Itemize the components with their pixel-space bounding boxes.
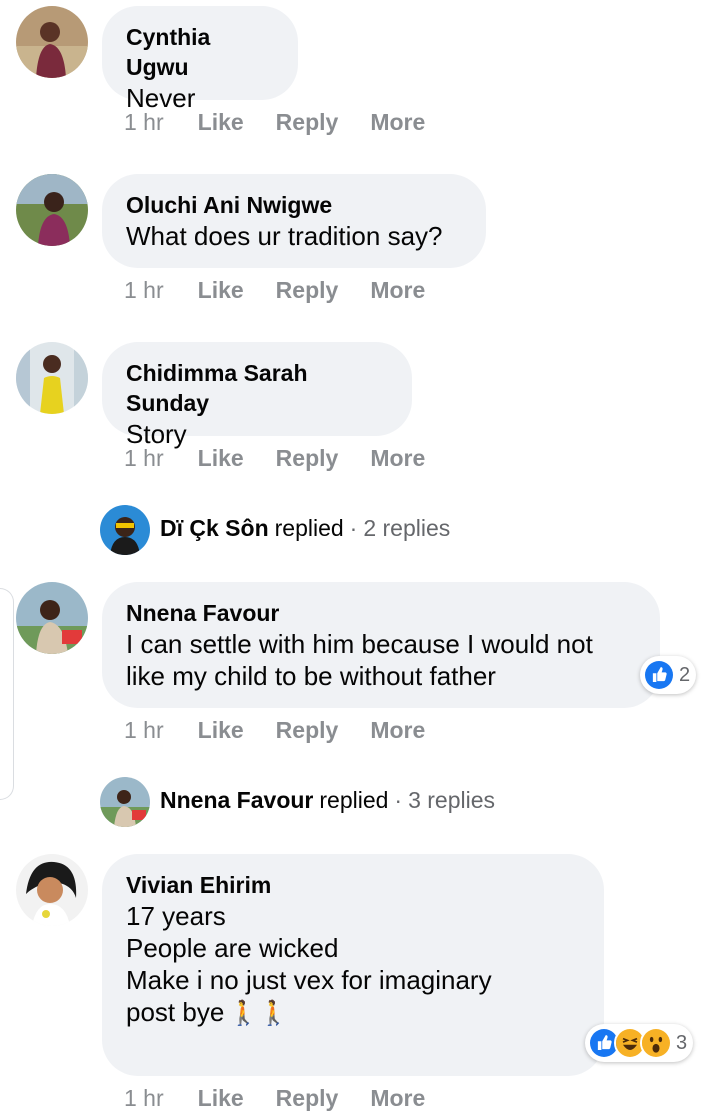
reply-button[interactable]: Reply bbox=[276, 109, 339, 136]
comment-actions: 1 hr Like Reply More bbox=[124, 275, 457, 305]
comment-text: People are wicked Make i no just vex for… bbox=[126, 933, 492, 1027]
comment-actions: 1 hr Like Reply More bbox=[124, 1083, 457, 1113]
avatar[interactable] bbox=[16, 582, 88, 654]
reply-count[interactable]: 2 replies bbox=[363, 515, 450, 542]
comment-bubble: Chidimma Sarah Sunday Story bbox=[102, 342, 412, 449]
like-button[interactable]: Like bbox=[198, 445, 244, 472]
comment-actions: 1 hr Like Reply More bbox=[124, 443, 457, 473]
more-button[interactable]: More bbox=[370, 445, 425, 472]
comment-bubble: Vivian Ehirim 17 years People are wicked… bbox=[102, 854, 604, 1076]
reply-count[interactable]: 3 replies bbox=[408, 787, 495, 814]
reply-button[interactable]: Reply bbox=[276, 277, 339, 304]
like-button[interactable]: Like bbox=[198, 277, 244, 304]
comment-bubble: Oluchi Ani Nwigwe What does ur tradition… bbox=[102, 174, 486, 268]
avatar[interactable] bbox=[16, 854, 88, 926]
more-button[interactable]: More bbox=[370, 109, 425, 136]
replied-label: replied bbox=[319, 786, 389, 813]
avatar[interactable] bbox=[16, 174, 88, 246]
comment-bubble: Nnena Favour I can settle with him becau… bbox=[102, 582, 660, 708]
comment-author[interactable]: Nnena Favour bbox=[126, 598, 636, 628]
comment-author[interactable]: Cynthia Ugwu bbox=[126, 22, 274, 82]
comment-actions: 1 hr Like Reply More bbox=[124, 107, 457, 137]
comment-text: 17 years bbox=[126, 901, 226, 931]
comment-text: I can settle with him because I would no… bbox=[126, 629, 593, 691]
separator-dot: · bbox=[394, 786, 403, 813]
reply-author[interactable]: Nnena Favour bbox=[160, 787, 313, 814]
comment-author[interactable]: Vivian Ehirim bbox=[126, 870, 580, 900]
reaction-count: 3 bbox=[676, 1031, 688, 1054]
comment-text: What does ur tradition say? bbox=[126, 221, 443, 251]
reply-button[interactable]: Reply bbox=[276, 1085, 339, 1112]
reply-avatar[interactable] bbox=[100, 777, 150, 827]
comment-time[interactable]: 1 hr bbox=[124, 445, 164, 472]
comment-thread: Cynthia Ugwu Never 1 hr Like Reply More … bbox=[0, 0, 720, 1117]
like-button[interactable]: Like bbox=[198, 717, 244, 744]
comment-author[interactable]: Chidimma Sarah Sunday bbox=[126, 358, 388, 418]
comment-time[interactable]: 1 hr bbox=[124, 717, 164, 744]
like-button[interactable]: Like bbox=[198, 109, 244, 136]
comment-time[interactable]: 1 hr bbox=[124, 109, 164, 136]
more-button[interactable]: More bbox=[370, 1085, 425, 1112]
reaction-summary[interactable]: 2 bbox=[640, 656, 697, 694]
side-card-fragment bbox=[0, 588, 14, 800]
like-button[interactable]: Like bbox=[198, 1085, 244, 1112]
replies-preview[interactable]: Nnena Favour replied · 3 replies bbox=[160, 775, 495, 825]
comment-time[interactable]: 1 hr bbox=[124, 277, 164, 304]
reaction-count: 2 bbox=[679, 663, 691, 686]
comment-actions: 1 hr Like Reply More bbox=[124, 715, 457, 745]
reaction-summary[interactable]: 3 bbox=[585, 1024, 694, 1062]
walking-emoji: 🚶🚶 bbox=[228, 1000, 289, 1027]
avatar[interactable] bbox=[16, 6, 88, 78]
more-button[interactable]: More bbox=[370, 277, 425, 304]
reply-button[interactable]: Reply bbox=[276, 445, 339, 472]
comment-bubble: Cynthia Ugwu Never bbox=[102, 6, 298, 113]
more-button[interactable]: More bbox=[370, 717, 425, 744]
reply-author[interactable]: Dï Çk Sôn bbox=[160, 515, 269, 542]
comment-time[interactable]: 1 hr bbox=[124, 1085, 164, 1112]
reply-button[interactable]: Reply bbox=[276, 717, 339, 744]
replies-preview[interactable]: Dï Çk Sôn replied · 2 replies bbox=[160, 503, 450, 553]
comment-author[interactable]: Oluchi Ani Nwigwe bbox=[126, 190, 462, 220]
replied-label: replied bbox=[274, 514, 344, 541]
like-icon bbox=[643, 659, 675, 691]
wow-icon bbox=[640, 1027, 672, 1059]
reply-avatar[interactable] bbox=[100, 505, 150, 555]
avatar[interactable] bbox=[16, 342, 88, 414]
separator-dot: · bbox=[349, 514, 358, 541]
